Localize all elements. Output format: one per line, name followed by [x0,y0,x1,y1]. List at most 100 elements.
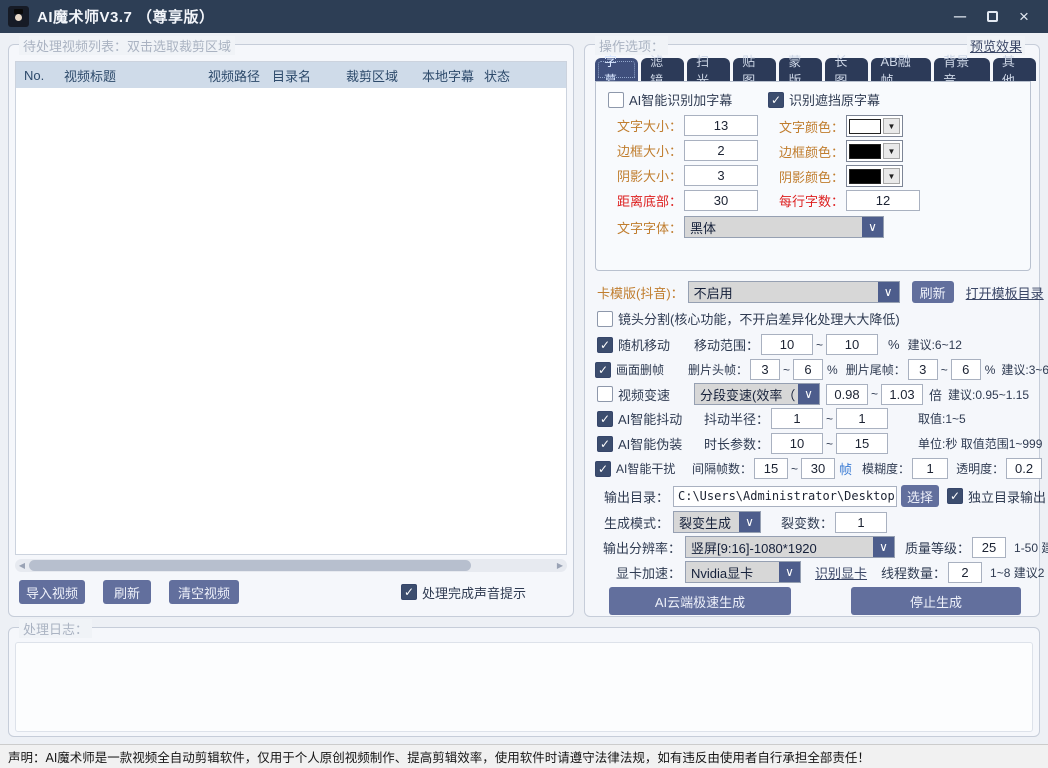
resolution-select[interactable]: 竖屏[9:16]-1080*1920 ∨ [685,536,895,558]
tilde-separator: ~ [941,363,948,377]
border-color-dropdown-icon[interactable]: ▼ [883,143,900,159]
maximize-button[interactable] [976,4,1008,30]
shadow-size-label: 阴影大小： [604,166,682,185]
template-select[interactable]: 不启用 ∨ [688,281,900,303]
split-count-label: 裂变数： [781,513,833,532]
video-table-header: No. 视频标题 视频路径 目录名 裁剪区域 本地字幕 状态 [16,62,566,88]
output-dir-label: 输出目录： [597,487,669,506]
speed-mode-select[interactable]: 分段变速(效率（ ∨ [694,383,820,405]
clear-video-button[interactable]: 清空视频 [169,580,239,604]
split-count-input[interactable]: 1 [835,512,887,533]
tab-sticker[interactable]: 贴图 [733,58,776,81]
move-range-label: 移动范围： [694,335,759,354]
text-size-input[interactable]: 13 [684,115,758,136]
speed-mode-chevron-icon: ∨ [798,384,819,404]
ai-jitter-checkbox[interactable] [597,411,613,427]
tab-abframe[interactable]: AB融帧 [871,58,931,81]
chars-per-line-input[interactable]: 12 [846,190,920,211]
shadow-size-input[interactable]: 3 [684,165,758,186]
speed-unit: 倍 [929,385,942,404]
gpu-select[interactable]: Nvidia显卡 ∨ [685,561,801,583]
blur-label: 模糊度： [862,460,910,477]
scroll-left-icon[interactable]: ◀ [15,561,29,570]
frame-delete-hint: 建议:3~6 [1001,361,1048,378]
font-select[interactable]: 黑体 ∨ [684,216,884,238]
speed-checkbox[interactable] [597,386,613,402]
mask-original-subtitle-checkbox[interactable] [768,92,784,108]
tab-subtitle[interactable]: 字幕 [595,58,638,81]
scrollbar-thumb[interactable] [29,560,471,571]
duration-param-label: 时长参数： [704,434,769,453]
bottom-distance-input[interactable]: 30 [684,190,758,211]
tab-sweep[interactable]: 扫光 [687,58,730,81]
horizontal-scrollbar[interactable]: ◀ ▶ [15,559,567,572]
column-no: No. [16,68,56,83]
import-video-button[interactable]: 导入视频 [19,580,85,604]
refresh-list-button[interactable]: 刷新 [103,580,151,604]
chars-per-line-label: 每行字数： [766,191,844,210]
stop-generate-button[interactable]: 停止生成 [851,587,1021,615]
video-table[interactable]: No. 视频标题 视频路径 目录名 裁剪区域 本地字幕 状态 [15,61,567,555]
tab-bgm[interactable]: 背景音 [934,58,990,81]
close-button[interactable]: × [1008,4,1040,30]
text-color-dropdown-icon[interactable]: ▼ [883,118,900,134]
tail-frame-min-input[interactable]: 3 [908,359,938,380]
tab-maskplate[interactable]: 蒙版 [779,58,822,81]
minimize-button[interactable]: ─ [944,4,976,30]
border-color-picker[interactable]: ▼ [846,140,903,162]
cloud-generate-button[interactable]: AI云端极速生成 [609,587,791,615]
thread-count-input[interactable]: 2 [948,562,982,583]
move-range-min-input[interactable]: 10 [761,334,813,355]
frame-delete-checkbox[interactable] [595,362,611,378]
tab-other[interactable]: 其他 [993,58,1036,81]
speed-min-input[interactable]: 0.98 [826,384,868,405]
head-frame-max-input[interactable]: 6 [793,359,823,380]
open-template-dir-link[interactable]: 打开模板目录 [966,283,1044,302]
log-output-area[interactable] [15,642,1033,732]
thread-hint: 1~8 建议2 [990,564,1044,581]
output-dir-input[interactable]: C:\Users\Administrator\Desktop [673,486,897,507]
opacity-input[interactable]: 0.2 [1006,458,1042,479]
shadow-color-dropdown-icon[interactable]: ▼ [883,168,900,184]
ai-add-subtitle-checkbox[interactable] [608,92,624,108]
column-path: 视频路径 [200,66,264,85]
detect-gpu-link[interactable]: 识别显卡 [815,563,867,582]
independent-dir-checkbox[interactable] [947,488,963,504]
tab-filter[interactable]: 滤镜 [641,58,684,81]
sound-tip-checkbox[interactable] [401,584,417,600]
resolution-chevron-icon: ∨ [873,537,894,557]
ai-disguise-checkbox[interactable] [597,436,613,452]
border-size-input[interactable]: 2 [684,140,758,161]
random-move-checkbox[interactable] [597,337,613,353]
interval-max-input[interactable]: 30 [801,458,835,479]
template-refresh-button[interactable]: 刷新 [912,281,954,303]
tail-frame-unit: % [985,363,996,377]
generate-mode-select[interactable]: 裂变生成 ∨ [673,511,761,533]
generate-mode-value: 裂变生成 [674,512,739,532]
tail-frame-max-input[interactable]: 6 [951,359,981,380]
quality-input[interactable]: 25 [972,537,1006,558]
template-select-value: 不启用 [689,282,878,302]
speed-max-input[interactable]: 1.03 [881,384,923,405]
choose-dir-button[interactable]: 选择 [901,485,939,507]
shadow-color-picker[interactable]: ▼ [846,165,903,187]
text-color-picker[interactable]: ▼ [846,115,903,137]
jitter-min-input[interactable]: 1 [771,408,823,429]
blur-input[interactable]: 1 [912,458,948,479]
scroll-right-icon[interactable]: ▶ [553,561,567,570]
duration-max-input[interactable]: 15 [836,433,888,454]
duration-min-input[interactable]: 10 [771,433,823,454]
ai-interfere-checkbox[interactable] [595,461,611,477]
tilde-separator: ~ [816,338,823,352]
move-range-max-input[interactable]: 10 [826,334,878,355]
shadow-color-label: 阴影颜色： [766,167,844,186]
app-icon [8,6,29,27]
head-frame-label: 删片头帧： [688,361,748,378]
ai-disguise-row: AI智能伪装 时长参数： 10 ~ 15 单位:秒 取值范围1~999 [597,433,1042,454]
head-frame-min-input[interactable]: 3 [750,359,780,380]
tab-longimage[interactable]: 长图 [825,58,868,81]
lens-split-checkbox[interactable] [597,311,613,327]
interval-min-input[interactable]: 15 [754,458,788,479]
template-select-chevron-icon: ∨ [878,282,899,302]
jitter-max-input[interactable]: 1 [836,408,888,429]
